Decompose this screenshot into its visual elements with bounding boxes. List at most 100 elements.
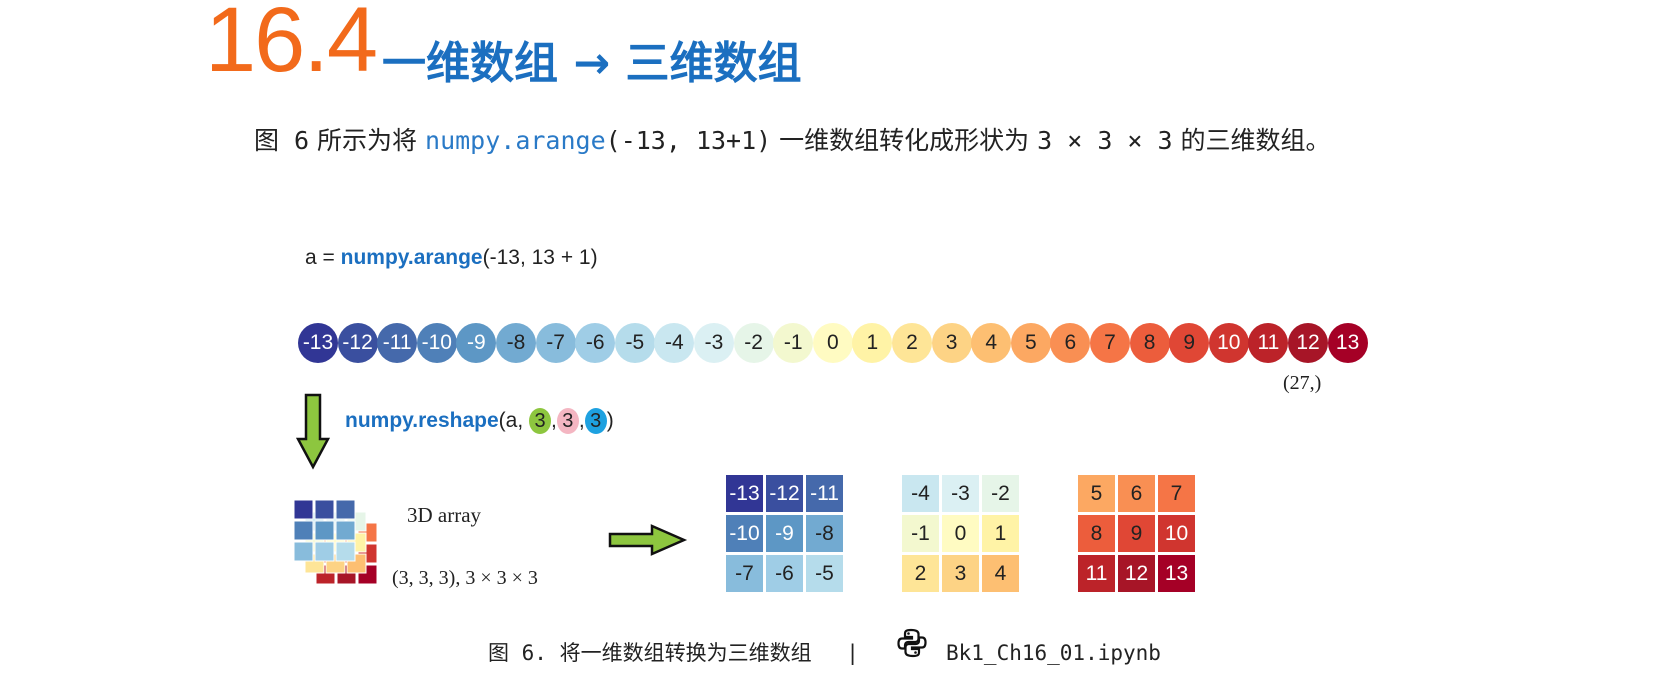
array-element: -4	[654, 323, 695, 363]
array-element: 1	[852, 323, 893, 363]
matrix-cell: 0	[942, 515, 979, 552]
dim-badge: 3	[556, 408, 579, 434]
matrix-cell: -12	[766, 475, 803, 512]
array-element: -11	[377, 323, 418, 363]
slice-matrix-0: -13 -12 -11 -10 -9 -8 -7 -6 -5	[726, 475, 843, 592]
intro-text-3: 的三维数组。	[1172, 126, 1331, 155]
array-element: -5	[614, 323, 655, 363]
array-element: 13	[1327, 323, 1368, 363]
matrix-cell: 2	[902, 555, 939, 592]
matrix-cell: -13	[726, 475, 763, 512]
arange-code-line: a = numpy.arange(-13, 13 + 1)	[305, 247, 598, 268]
cube-cell	[335, 541, 356, 562]
cube-cell	[314, 520, 335, 541]
array-element: 11	[1248, 323, 1289, 363]
matrix-cell: -8	[806, 515, 843, 552]
array-element: -1	[773, 323, 814, 363]
array-element: 8	[1129, 323, 1170, 363]
arange-function: numpy.arange	[340, 246, 483, 269]
slice-matrix-1: -4 -3 -2 -1 0 1 2 3 4	[902, 475, 1019, 592]
array-element: 7	[1090, 323, 1130, 363]
separator: ,	[551, 409, 557, 432]
inline-code-args: (-13, 13+1)	[605, 126, 772, 155]
separator: ,	[578, 409, 585, 432]
matrix-cell: -1	[902, 515, 939, 552]
array-element: -7	[535, 323, 576, 363]
array-element: 5	[1010, 323, 1051, 363]
matrix-cell: -9	[766, 515, 803, 552]
matrix-cell: -2	[982, 475, 1019, 512]
one-d-array: -13 -12 -11 -10 -9 -8 -7 -6 -5 -4 -3 -2 -1 0 1 2 3 4 5 6 7 8 9…	[298, 323, 1370, 363]
inline-code: numpy.arange	[425, 126, 606, 155]
reshape-open: (a,	[498, 409, 529, 432]
matrix-cell: -3	[942, 475, 979, 512]
shape-3d-label: (3, 3, 3), 3 × 3 × 3	[392, 567, 538, 589]
array-element: 0	[812, 323, 853, 363]
intro-paragraph: 图 6 所示为将 numpy.arange(-13, 13+1) 一维数组转化成…	[254, 128, 1331, 153]
array-element: 10	[1208, 323, 1249, 363]
intro-shape: 3 × 3 × 3	[1037, 126, 1173, 155]
matrix-cell: -11	[806, 475, 843, 512]
reshape-close: )	[606, 409, 614, 432]
array-element: 3	[931, 323, 972, 363]
cube-cell	[294, 500, 314, 520]
matrix-cell: 12	[1118, 555, 1155, 592]
assign-prefix: a =	[305, 246, 341, 269]
matrix-cell: -5	[806, 555, 843, 592]
cube-cell	[335, 500, 356, 520]
matrix-cell: 9	[1118, 515, 1155, 552]
matrix-cell: -7	[726, 555, 763, 592]
matrix-cell: -10	[726, 515, 763, 552]
matrix-cell: -4	[902, 475, 939, 512]
cube-3d-icon	[294, 500, 378, 585]
section-number: 16.4	[205, 0, 378, 91]
matrix-cell: 10	[1158, 515, 1195, 552]
array-element: -13	[298, 323, 338, 363]
array-element: 9	[1169, 323, 1210, 363]
array-element: 6	[1050, 323, 1091, 363]
matrix-cell: 4	[982, 555, 1019, 592]
array-element: -6	[575, 323, 616, 363]
array-element: -3	[694, 323, 734, 363]
array-element: 12	[1288, 323, 1328, 363]
figure-reference: 图 6	[254, 126, 310, 155]
shape-1d-label: (27,)	[1283, 372, 1322, 394]
figure-caption: 图 6. 将一维数组转换为三维数组 |	[488, 643, 889, 664]
array-3d-label: 3D array	[407, 503, 482, 527]
cube-cell	[294, 541, 314, 562]
reshape-code-line: numpy.reshape(a, 3, 3, 3)	[345, 408, 614, 434]
matrix-cell: 3	[942, 555, 979, 592]
cube-cell	[314, 541, 335, 562]
matrix-cell: 8	[1078, 515, 1115, 552]
matrix-cell: -6	[766, 555, 803, 592]
matrix-cell: 5	[1078, 475, 1115, 512]
array-element: -10	[416, 323, 457, 363]
array-element: -8	[496, 323, 536, 363]
arange-args: (-13, 13 + 1)	[482, 246, 598, 269]
slice-matrix-2: 5 6 7 8 9 10 11 12 13	[1078, 475, 1195, 592]
section-title: 一维数组 → 三维数组	[382, 38, 802, 89]
down-arrow-icon	[296, 393, 330, 470]
python-icon	[897, 628, 927, 658]
intro-text-2: 一维数组转化成形状为	[771, 126, 1038, 155]
cube-cell	[294, 520, 314, 541]
matrix-cell: 13	[1158, 555, 1195, 592]
array-element: -2	[733, 323, 774, 363]
caption-separator: |	[846, 641, 859, 665]
matrix-cell: 7	[1158, 475, 1195, 512]
caption-text: 图 6. 将一维数组转换为三维数组	[488, 641, 812, 665]
reshape-function: numpy.reshape	[345, 409, 499, 432]
dim-badge: 3	[529, 408, 551, 434]
array-element: 2	[892, 323, 932, 363]
array-element: -9	[456, 323, 497, 363]
matrix-cell: 6	[1118, 475, 1155, 512]
dim-badge: 3	[584, 408, 607, 434]
notebook-filename: Bk1_Ch16_01.ipynb	[946, 641, 1161, 665]
right-arrow-icon	[608, 524, 688, 556]
matrix-cell: 1	[982, 515, 1019, 552]
intro-text-1: 所示为将	[309, 126, 426, 155]
matrix-cell: 11	[1078, 555, 1115, 592]
cube-cell	[335, 520, 356, 541]
array-element: -12	[337, 323, 378, 363]
cube-cell	[314, 500, 335, 520]
